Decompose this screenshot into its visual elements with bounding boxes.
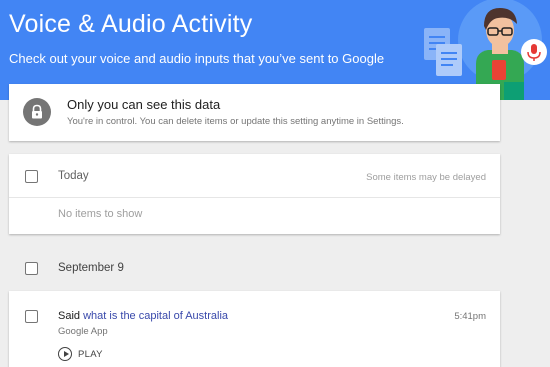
privacy-description: You're in control. You can delete items … — [67, 116, 404, 127]
date-label: September 9 — [58, 262, 124, 274]
privacy-title: Only you can see this data — [67, 97, 221, 112]
item-select-checkbox[interactable] — [25, 310, 38, 323]
activity-item: Said what is the capital of Australia 5:… — [9, 291, 500, 367]
lock-icon — [23, 98, 51, 126]
today-card: Today Some items may be delayed No items… — [9, 154, 500, 234]
play-label: PLAY — [78, 348, 103, 360]
page-subtitle: Check out your voice and audio inputs th… — [9, 51, 385, 66]
play-button[interactable]: PLAY — [58, 346, 103, 362]
date-select-checkbox[interactable] — [25, 262, 38, 275]
activity-time: 5:41pm — [454, 311, 486, 322]
empty-state-text: No items to show — [58, 208, 143, 220]
said-prefix: Said — [58, 310, 81, 322]
query-link[interactable]: what is the capital of Australia — [83, 310, 228, 322]
delay-note: Some items may be delayed — [366, 172, 486, 183]
privacy-card: Only you can see this data You're in con… — [9, 84, 500, 141]
activity-source: Google App — [58, 326, 108, 337]
today-header: Today Some items may be delayed — [9, 154, 500, 198]
today-select-checkbox[interactable] — [25, 170, 38, 183]
today-label: Today — [58, 170, 89, 182]
date-group-header: September 9 — [9, 252, 500, 284]
play-icon — [58, 347, 72, 361]
activity-query-line: Said what is the capital of Australia — [58, 310, 228, 322]
page-title: Voice & Audio Activity — [9, 10, 253, 38]
